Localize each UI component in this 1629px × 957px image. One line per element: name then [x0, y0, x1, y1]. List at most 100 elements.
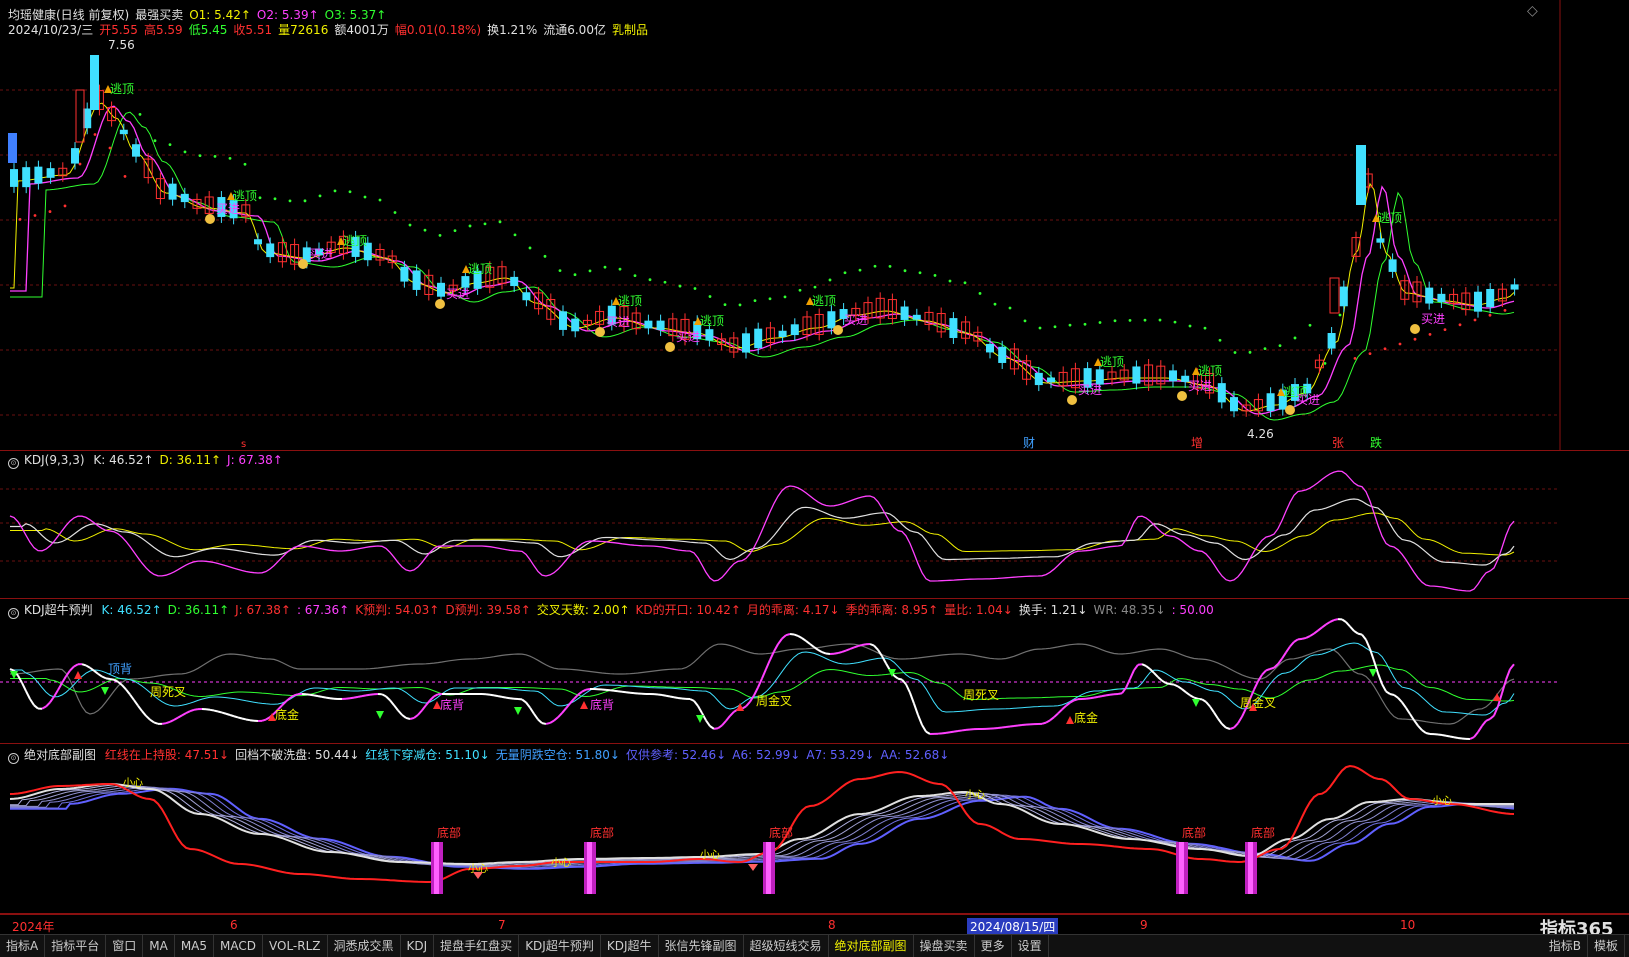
bottom-band-line	[10, 784, 1514, 864]
indicator-tab[interactable]: 提盘手红盘买	[434, 935, 519, 957]
kdjs-j-segment	[1058, 710, 1062, 714]
kdjs-j-segment	[722, 721, 726, 726]
candle-body-down	[571, 319, 579, 332]
kdj-super-panel[interactable]: ⊙KDJ超牛预判 K: 46.52↑D: 36.11↑J: 67.38↑: 67…	[0, 599, 1629, 744]
sar-dot	[559, 269, 562, 272]
kdjs-j-segment	[762, 669, 766, 678]
indicator-tab[interactable]: MACD	[214, 935, 263, 957]
indicator-tab[interactable]: 指标A	[0, 935, 45, 957]
kdjs-j-segment	[90, 668, 94, 671]
candle-body-down	[437, 283, 445, 297]
kdjs-j-segment	[914, 704, 918, 715]
kdjs-j-segment	[786, 634, 790, 635]
kdjs-j-segment	[386, 696, 390, 700]
escape-top-label: 逃顶	[1378, 211, 1402, 225]
event-marker: 跌	[1370, 435, 1382, 450]
indicator-tab[interactable]: 指标平台	[45, 935, 106, 957]
kdjs-j-segment	[874, 646, 878, 650]
sar-dot	[214, 155, 217, 158]
indicator-tab[interactable]: 窗口	[106, 935, 143, 957]
escape-top-label: 逃顶	[618, 294, 642, 308]
kdj-chart[interactable]	[0, 451, 1629, 599]
sar-dot	[1009, 307, 1012, 310]
candle-body-down	[47, 168, 55, 178]
indicator-tab[interactable]: 绝对底部副图	[829, 935, 914, 957]
kdjs-j-segment	[50, 697, 54, 703]
kdjs-j-segment	[538, 719, 542, 723]
indicator-tab[interactable]: 操盘买卖	[914, 935, 975, 957]
kdjs-j-segment	[1006, 727, 1010, 728]
money-bag-icon	[1410, 324, 1420, 334]
candle-body-down	[22, 167, 30, 187]
candle-body-down	[754, 329, 762, 348]
kdjs-j-segment	[358, 696, 362, 697]
kdjs-j-segment	[1470, 737, 1474, 739]
kdjs-j-segment	[1178, 686, 1182, 689]
sar-dot	[604, 266, 607, 269]
kdjs-j-segment	[1098, 696, 1102, 697]
main-candlestick-chart[interactable]: 逃顶逃顶逃顶逃顶逃顶逃顶逃顶逃顶逃顶逃顶逃顶买进买进买进买进买进买进买进买进买进…	[0, 0, 1629, 451]
sar-dot	[1264, 347, 1267, 350]
bottom-label: 底部	[1251, 825, 1275, 840]
bottom-panel[interactable]: ⊙绝对底部副图 红线在上持股: 47.51↓回档不破洗盘: 50.44↓红线下穿…	[0, 744, 1629, 914]
indicator-tab[interactable]: 张信先锋副图	[659, 935, 744, 957]
right-tab[interactable]: 指标B	[1543, 935, 1588, 957]
sar-dot	[679, 285, 682, 288]
sar-dot	[154, 139, 157, 142]
indicator-tab[interactable]: MA	[143, 935, 175, 957]
candle-body-down	[1389, 259, 1397, 272]
kdj-panel[interactable]: ⊙KDJ(9,3,3) K: 46.52↑D: 36.11↑J: 67.38↑	[0, 451, 1629, 599]
sar-dot	[994, 303, 997, 306]
indicator-tab[interactable]: 超级短线交易	[744, 935, 829, 957]
indicator-tab[interactable]: KDJ	[401, 935, 435, 957]
indicator-tab[interactable]: KDJ超牛	[601, 935, 659, 957]
down-arrow-icon	[101, 687, 109, 695]
kdjs-j-segment	[562, 708, 566, 713]
kdjs-j-segment	[1102, 695, 1106, 696]
kdjs-j-segment	[398, 710, 402, 715]
bottom-chart[interactable]: 底部底部底部底部底部小心小心小心小心小心小心	[0, 744, 1629, 914]
kdjs-j-segment	[558, 713, 562, 717]
sar-dot	[799, 289, 802, 292]
right-tab[interactable]: 模板	[1588, 935, 1625, 957]
kdjs-j-segment	[58, 683, 62, 690]
kdjs-j-segment	[1394, 695, 1398, 698]
kdjs-j-segment	[190, 710, 194, 711]
axis-cursor-date: 2024/08/15/四	[967, 918, 1058, 935]
kdjs-j-segment	[614, 691, 618, 692]
kdj-super-chart[interactable]: 顶背周死叉周死叉底金底金底背底背周金叉周金叉	[0, 599, 1629, 744]
main-chart-panel[interactable]: 均瑶健康(日线 前复权)最强买卖O1: 5.42↑O2: 5.39↑O3: 5.…	[0, 0, 1629, 451]
kdjs-j-segment	[1166, 683, 1170, 684]
kdjs-j-segment	[846, 649, 850, 651]
escape-top-label: 逃顶	[233, 189, 257, 203]
kdjs-j-segment	[674, 697, 678, 698]
kdjs-j-segment	[1258, 675, 1262, 682]
kdjs-j-segment	[1170, 684, 1174, 685]
indicator-tab[interactable]: 洞悉成交黑	[328, 935, 401, 957]
indicator-tab[interactable]: VOL-RLZ	[263, 935, 328, 957]
kdjs-j-segment	[390, 700, 394, 705]
sar-dot	[124, 175, 127, 178]
kdjs-j-segment	[542, 723, 546, 724]
kdjs-j-segment	[1294, 639, 1298, 642]
kdjs-j-segment	[1438, 734, 1442, 735]
kdjs-j-segment	[666, 696, 670, 697]
indicator-tab-bar[interactable]: 指标A指标平台窗口MAMA5MACDVOL-RLZ洞悉成交黑KDJ提盘手红盘买K…	[0, 934, 1629, 957]
kdjs-j-segment	[178, 715, 182, 717]
sar-dot	[169, 143, 172, 146]
down-arrow-icon	[514, 707, 522, 715]
ma-line-magenta	[10, 106, 1514, 414]
kdjs-j-segment	[714, 728, 718, 729]
kdjs-j-segment	[22, 683, 26, 691]
indicator-tab[interactable]: 设置	[1012, 935, 1049, 957]
buy-in-label: 买进	[1421, 312, 1445, 326]
axis-label: 10	[1400, 918, 1415, 932]
bottom-label: 底部	[1182, 825, 1206, 840]
bottom-signal-bar-highlight	[1179, 842, 1184, 894]
sar-dot	[1339, 314, 1342, 317]
indicator-tab[interactable]: KDJ超牛预判	[519, 935, 601, 957]
down-arrow-icon	[696, 715, 704, 723]
indicator-tab[interactable]: 更多	[975, 935, 1012, 957]
sar-dot	[574, 273, 577, 276]
indicator-tab[interactable]: MA5	[175, 935, 214, 957]
